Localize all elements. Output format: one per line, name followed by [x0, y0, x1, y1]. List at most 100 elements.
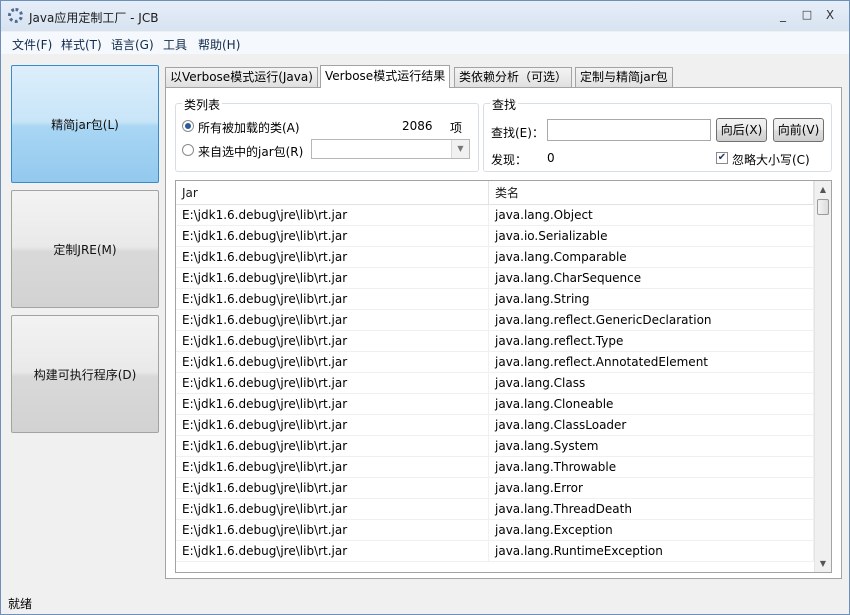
classname-cell: java.lang.Exception: [489, 520, 814, 541]
all-loaded-radio[interactable]: [182, 120, 194, 132]
jar-select[interactable]: ▼: [311, 139, 470, 159]
classname-cell: java.lang.reflect.GenericDeclaration: [489, 310, 814, 331]
classname-cell: java.io.Serializable: [489, 226, 814, 247]
found-label: 发现：: [491, 153, 528, 167]
class-count: 2086: [402, 119, 433, 133]
chevron-down-icon: ▼: [451, 140, 469, 158]
scroll-down-icon[interactable]: ▼: [815, 555, 831, 572]
jar-cell: E:\jdk1.6.debug\jre\lib\rt.jar: [176, 247, 489, 268]
minimize-button[interactable]: _: [774, 7, 792, 23]
status-bar: 就绪: [1, 591, 849, 614]
menu-help[interactable]: 帮助(H): [198, 36, 240, 53]
tab-customize-jar[interactable]: 定制与精简jar包: [575, 67, 673, 87]
slim-jar-button[interactable]: 精简jar包(L): [11, 65, 159, 183]
jar-cell: E:\jdk1.6.debug\jre\lib\rt.jar: [176, 541, 489, 562]
jar-cell: E:\jdk1.6.debug\jre\lib\rt.jar: [176, 394, 489, 415]
table-row[interactable]: E:\jdk1.6.debug\jre\lib\rt.jar java.lang.…: [176, 310, 814, 331]
vertical-scrollbar[interactable]: ▲ ▼: [814, 181, 831, 572]
search-title: 查找: [490, 96, 519, 113]
class-table: Jar 类名 E:\jdk1.6.debug\jre\lib\rt.jar jav…: [175, 180, 832, 573]
search-back-button[interactable]: 向后(X): [716, 118, 767, 142]
menu-tools[interactable]: 工具: [163, 36, 187, 53]
jar-cell: E:\jdk1.6.debug\jre\lib\rt.jar: [176, 415, 489, 436]
table-body: E:\jdk1.6.debug\jre\lib\rt.jar java.lang.…: [176, 205, 814, 562]
jar-cell: E:\jdk1.6.debug\jre\lib\rt.jar: [176, 268, 489, 289]
menu-file[interactable]: 文件(F): [12, 36, 52, 53]
jar-cell: E:\jdk1.6.debug\jre\lib\rt.jar: [176, 457, 489, 478]
table-row[interactable]: E:\jdk1.6.debug\jre\lib\rt.jar java.lang.…: [176, 331, 814, 352]
classname-cell: java.lang.Object: [489, 205, 814, 226]
class-list-group: 类列表: [175, 96, 479, 172]
menu-language[interactable]: 语言(G): [111, 36, 154, 53]
table-row[interactable]: E:\jdk1.6.debug\jre\lib\rt.jar java.lang.…: [176, 247, 814, 268]
table-row[interactable]: E:\jdk1.6.debug\jre\lib\rt.jar java.lang.…: [176, 373, 814, 394]
table-row[interactable]: E:\jdk1.6.debug\jre\lib\rt.jar java.lang.…: [176, 205, 814, 226]
menu-bar: 文件(F) 样式(T) 语言(G) 工具 帮助(H): [1, 32, 849, 54]
classname-cell: java.lang.System: [489, 436, 814, 457]
close-button[interactable]: X: [821, 7, 839, 23]
title-bar: Java应用定制工厂 - JCB _ □ X: [1, 1, 849, 31]
find-label: 查找(E)：: [491, 126, 544, 140]
build-executable-button[interactable]: 构建可执行程序(D): [11, 315, 159, 433]
table-row[interactable]: E:\jdk1.6.debug\jre\lib\rt.jar java.lang.…: [176, 289, 814, 310]
column-header-classname[interactable]: 类名: [489, 181, 814, 205]
table-row[interactable]: E:\jdk1.6.debug\jre\lib\rt.jar java.lang.…: [176, 394, 814, 415]
table-row[interactable]: E:\jdk1.6.debug\jre\lib\rt.jar java.lang.…: [176, 268, 814, 289]
find-input[interactable]: [547, 119, 711, 141]
table-row[interactable]: E:\jdk1.6.debug\jre\lib\rt.jar java.lang.…: [176, 520, 814, 541]
app-window: Java应用定制工厂 - JCB _ □ X 文件(F) 样式(T) 语言(G)…: [0, 0, 850, 615]
classname-cell: java.lang.reflect.Type: [489, 331, 814, 352]
column-header-jar[interactable]: Jar: [176, 181, 489, 205]
table-row[interactable]: E:\jdk1.6.debug\jre\lib\rt.jar java.io.Se…: [176, 226, 814, 247]
jar-cell: E:\jdk1.6.debug\jre\lib\rt.jar: [176, 478, 489, 499]
table-row[interactable]: E:\jdk1.6.debug\jre\lib\rt.jar java.lang.…: [176, 457, 814, 478]
from-jar-label: 来自选中的jar包(R): [198, 145, 304, 159]
classname-cell: java.lang.Class: [489, 373, 814, 394]
all-loaded-label: 所有被加载的类(A): [198, 121, 300, 135]
table-row[interactable]: E:\jdk1.6.debug\jre\lib\rt.jar java.lang.…: [176, 478, 814, 499]
search-forward-button[interactable]: 向前(V): [773, 118, 824, 142]
window-title: Java应用定制工厂 - JCB: [29, 11, 159, 25]
table-row[interactable]: E:\jdk1.6.debug\jre\lib\rt.jar java.lang.…: [176, 436, 814, 457]
jar-cell: E:\jdk1.6.debug\jre\lib\rt.jar: [176, 352, 489, 373]
table-row[interactable]: E:\jdk1.6.debug\jre\lib\rt.jar java.lang.…: [176, 415, 814, 436]
jar-cell: E:\jdk1.6.debug\jre\lib\rt.jar: [176, 331, 489, 352]
classname-cell: java.lang.RuntimeException: [489, 541, 814, 562]
found-count: 0: [547, 151, 555, 165]
status-text: 就绪: [8, 597, 33, 611]
class-list-title: 类列表: [182, 96, 223, 113]
jar-cell: E:\jdk1.6.debug\jre\lib\rt.jar: [176, 436, 489, 457]
jar-cell: E:\jdk1.6.debug\jre\lib\rt.jar: [176, 310, 489, 331]
table-header: Jar 类名: [176, 181, 814, 205]
scroll-up-icon[interactable]: ▲: [815, 181, 831, 198]
table-row[interactable]: E:\jdk1.6.debug\jre\lib\rt.jar java.lang.…: [176, 541, 814, 562]
maximize-button[interactable]: □: [798, 7, 816, 23]
gear-icon: [8, 8, 23, 23]
classname-cell: java.lang.CharSequence: [489, 268, 814, 289]
custom-jre-button[interactable]: 定制JRE(M): [11, 190, 159, 308]
ignore-case-checkbox[interactable]: ✔: [716, 152, 728, 164]
ignore-case-label: 忽略大小写(C): [732, 153, 810, 167]
classname-cell: java.lang.ThreadDeath: [489, 499, 814, 520]
jar-cell: E:\jdk1.6.debug\jre\lib\rt.jar: [176, 226, 489, 247]
table-row[interactable]: E:\jdk1.6.debug\jre\lib\rt.jar java.lang.…: [176, 352, 814, 373]
from-jar-radio[interactable]: [182, 144, 194, 156]
jar-cell: E:\jdk1.6.debug\jre\lib\rt.jar: [176, 520, 489, 541]
jar-cell: E:\jdk1.6.debug\jre\lib\rt.jar: [176, 499, 489, 520]
classname-cell: java.lang.Throwable: [489, 457, 814, 478]
table-row[interactable]: E:\jdk1.6.debug\jre\lib\rt.jar java.lang.…: [176, 499, 814, 520]
classname-cell: java.lang.reflect.AnnotatedElement: [489, 352, 814, 373]
classname-cell: java.lang.String: [489, 289, 814, 310]
classname-cell: java.lang.Error: [489, 478, 814, 499]
jar-cell: E:\jdk1.6.debug\jre\lib\rt.jar: [176, 205, 489, 226]
tab-dependency-analysis[interactable]: 类依赖分析（可选）: [454, 67, 573, 87]
tab-verbose-result[interactable]: Verbose模式运行结果: [320, 65, 451, 88]
jar-cell: E:\jdk1.6.debug\jre\lib\rt.jar: [176, 289, 489, 310]
classname-cell: java.lang.ClassLoader: [489, 415, 814, 436]
jar-cell: E:\jdk1.6.debug\jre\lib\rt.jar: [176, 373, 489, 394]
classname-cell: java.lang.Comparable: [489, 247, 814, 268]
menu-style[interactable]: 样式(T): [61, 36, 102, 53]
scroll-thumb[interactable]: [817, 199, 829, 215]
class-count-unit: 项: [450, 121, 463, 135]
tab-verbose-run[interactable]: 以Verbose模式运行(Java): [165, 67, 318, 87]
